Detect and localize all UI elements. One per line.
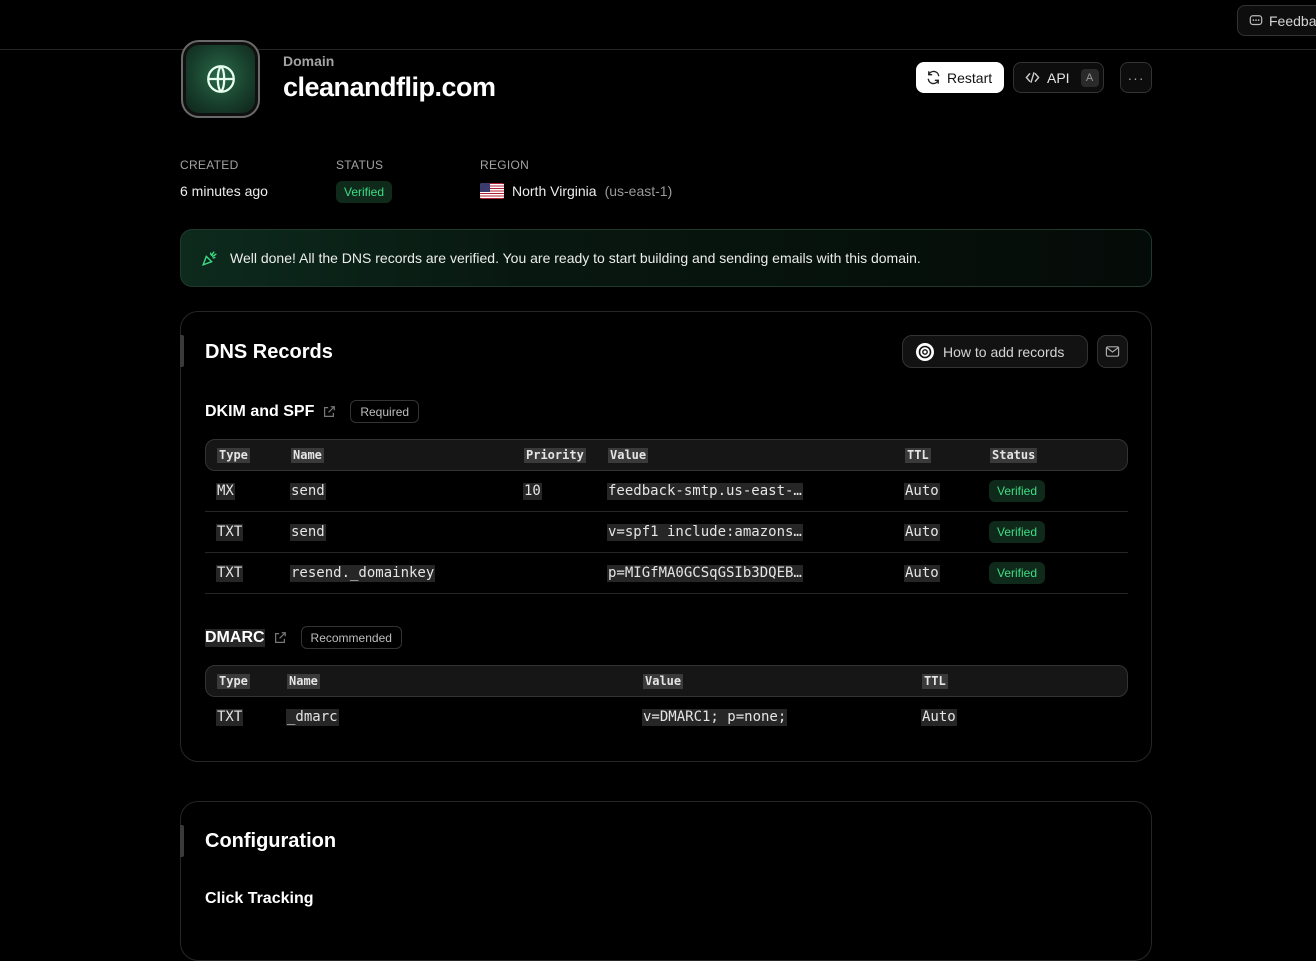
status-badge: Verified bbox=[336, 181, 393, 203]
region-value: North Virginia (us-east-1) bbox=[480, 183, 672, 199]
dmarc-title: DMARC bbox=[205, 628, 265, 647]
page-title: cleanandflip.com bbox=[283, 72, 496, 102]
configuration-title: Configuration bbox=[205, 830, 337, 852]
cell-name[interactable]: send bbox=[290, 524, 326, 541]
recommended-tag: Recommended bbox=[300, 626, 402, 649]
restart-label: Restart bbox=[947, 69, 993, 86]
cell-value[interactable]: feedback-smtp.us-east-… bbox=[607, 483, 803, 500]
cell-name[interactable]: resend._domainkey bbox=[290, 565, 436, 582]
how-to-add-records-button[interactable]: How to add records bbox=[902, 335, 1088, 368]
dmarc-section-header: DMARC Recommended bbox=[205, 626, 402, 649]
us-flag-icon bbox=[480, 183, 504, 199]
col-priority: Priority bbox=[524, 448, 586, 463]
region-code: (us-east-1) bbox=[604, 183, 673, 199]
created-label: CREATED bbox=[180, 158, 239, 172]
status-label: STATUS bbox=[336, 158, 384, 172]
status-badge: Verified bbox=[989, 521, 1046, 543]
status-badge: Verified bbox=[989, 480, 1046, 502]
cell-value[interactable]: v=DMARC1; p=none; bbox=[642, 709, 788, 726]
external-link-icon[interactable] bbox=[273, 631, 287, 645]
provider-logo-icon bbox=[916, 342, 934, 361]
api-shortcut: A bbox=[1080, 68, 1099, 87]
cell-priority: 10 bbox=[523, 483, 542, 500]
cell-value[interactable]: p=MIGfMA0GCSqGSIb3DQEB… bbox=[607, 565, 803, 582]
table-row: MX send 10 feedback-smtp.us-east-… Auto … bbox=[205, 471, 1128, 512]
region-name: North Virginia bbox=[512, 183, 597, 199]
dkim-title: DKIM and SPF bbox=[205, 402, 315, 420]
alert-text: Well done! All the DNS records are verif… bbox=[230, 250, 921, 266]
party-popper-icon bbox=[201, 250, 217, 266]
cell-type: TXT bbox=[216, 565, 244, 582]
configuration-card: Configuration Click Tracking bbox=[180, 801, 1152, 961]
cell-type: TXT bbox=[216, 709, 244, 726]
dns-records-card: DNS Records How to add records DKIM and … bbox=[180, 311, 1152, 762]
cell-value[interactable]: v=spf1 include:amazons… bbox=[607, 524, 803, 541]
card-accent bbox=[180, 335, 184, 367]
cell-name[interactable]: send bbox=[290, 483, 326, 500]
dns-records-title: DNS Records bbox=[205, 341, 333, 363]
col-status: Status bbox=[990, 448, 1038, 463]
cell-ttl: Auto bbox=[921, 709, 957, 726]
cell-type: MX bbox=[216, 483, 235, 500]
how-to-label: How to add records bbox=[943, 343, 1065, 360]
dmarc-table: Type Name Value TTL TXT _dmarc v=DMARC1;… bbox=[205, 665, 1128, 738]
email-records-button[interactable] bbox=[1097, 335, 1128, 368]
cell-ttl: Auto bbox=[904, 565, 940, 582]
col-ttl: TTL bbox=[905, 448, 931, 463]
restart-button[interactable]: Restart bbox=[916, 62, 1004, 93]
table-row: TXT resend._domainkey p=MIGfMA0GCSqGSIb3… bbox=[205, 553, 1128, 594]
code-icon bbox=[1025, 72, 1040, 83]
feedback-label: Feedba bbox=[1269, 12, 1316, 29]
api-button[interactable]: API A bbox=[1013, 62, 1104, 93]
created-value: 6 minutes ago bbox=[180, 183, 268, 199]
col-type: Type bbox=[217, 448, 250, 463]
feedback-button[interactable]: Feedba bbox=[1237, 5, 1316, 36]
table-header: Type Name Value TTL bbox=[205, 665, 1128, 697]
col-type: Type bbox=[217, 674, 250, 689]
col-name: Name bbox=[287, 674, 320, 689]
chat-icon bbox=[1249, 14, 1263, 25]
card-accent bbox=[180, 825, 184, 857]
col-ttl: TTL bbox=[922, 674, 948, 689]
dkim-table: Type Name Priority Value TTL Status MX s… bbox=[205, 439, 1128, 594]
cell-type: TXT bbox=[216, 524, 244, 541]
table-row: TXT send v=spf1 include:amazons… Auto Ve… bbox=[205, 512, 1128, 553]
cell-ttl: Auto bbox=[904, 524, 940, 541]
domain-kicker: Domain bbox=[283, 53, 335, 69]
col-value: Value bbox=[608, 448, 649, 463]
required-tag: Required bbox=[350, 400, 420, 423]
api-label: API bbox=[1047, 69, 1070, 86]
domain-globe-icon bbox=[181, 40, 260, 118]
table-row: TXT _dmarc v=DMARC1; p=none; Auto bbox=[205, 697, 1128, 738]
status-badge: Verified bbox=[989, 562, 1046, 584]
verified-alert: Well done! All the DNS records are verif… bbox=[180, 229, 1152, 287]
mail-icon bbox=[1105, 346, 1120, 357]
col-value: Value bbox=[643, 674, 684, 689]
col-name: Name bbox=[291, 448, 324, 463]
region-label: REGION bbox=[480, 158, 530, 172]
dkim-section-header: DKIM and SPF Required bbox=[205, 400, 420, 423]
external-link-icon[interactable] bbox=[322, 405, 336, 419]
cell-name[interactable]: _dmarc bbox=[286, 709, 339, 726]
refresh-icon bbox=[927, 70, 940, 85]
cell-ttl: Auto bbox=[904, 483, 940, 500]
table-header: Type Name Priority Value TTL Status bbox=[205, 439, 1128, 471]
more-options-button[interactable]: ··· bbox=[1120, 62, 1152, 93]
click-tracking-title: Click Tracking bbox=[205, 890, 314, 907]
